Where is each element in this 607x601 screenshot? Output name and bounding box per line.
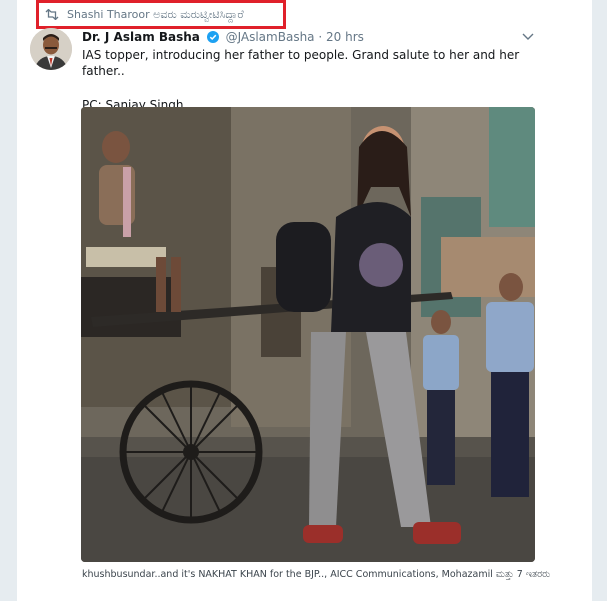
tweet-photo[interactable]: [81, 107, 535, 562]
author-handle[interactable]: @JAslamBasha: [226, 30, 315, 44]
verified-badge-icon: [206, 31, 219, 43]
time-separator: ·: [318, 30, 323, 44]
photo-illustration: [81, 107, 535, 562]
chevron-down-icon[interactable]: [522, 32, 534, 41]
retweet-icon: [45, 9, 59, 20]
author-name[interactable]: Dr. J Aslam Basha: [82, 30, 200, 44]
tweet-time[interactable]: 20 hrs: [326, 30, 364, 44]
reply-context[interactable]: khushbusundar..and it's NAKHAT KHAN for …: [82, 569, 552, 581]
retweet-label: Shashi Tharoor ಅವರು ಮರುಟ್ವೀಟಿಸಿದ್ದಾರೆ: [67, 7, 244, 21]
tweet-header: Dr. J Aslam Basha @JAslamBasha · 20 hrs: [82, 30, 364, 44]
tweet-text: IAS topper, introducing her father to pe…: [82, 48, 520, 78]
tweet-body: IAS topper, introducing her father to pe…: [82, 47, 542, 113]
avatar[interactable]: [30, 28, 72, 70]
retweet-context[interactable]: Shashi Tharoor ಅವರು ಮರುಟ್ವೀಟಿಸಿದ್ದಾರೆ: [36, 0, 286, 29]
